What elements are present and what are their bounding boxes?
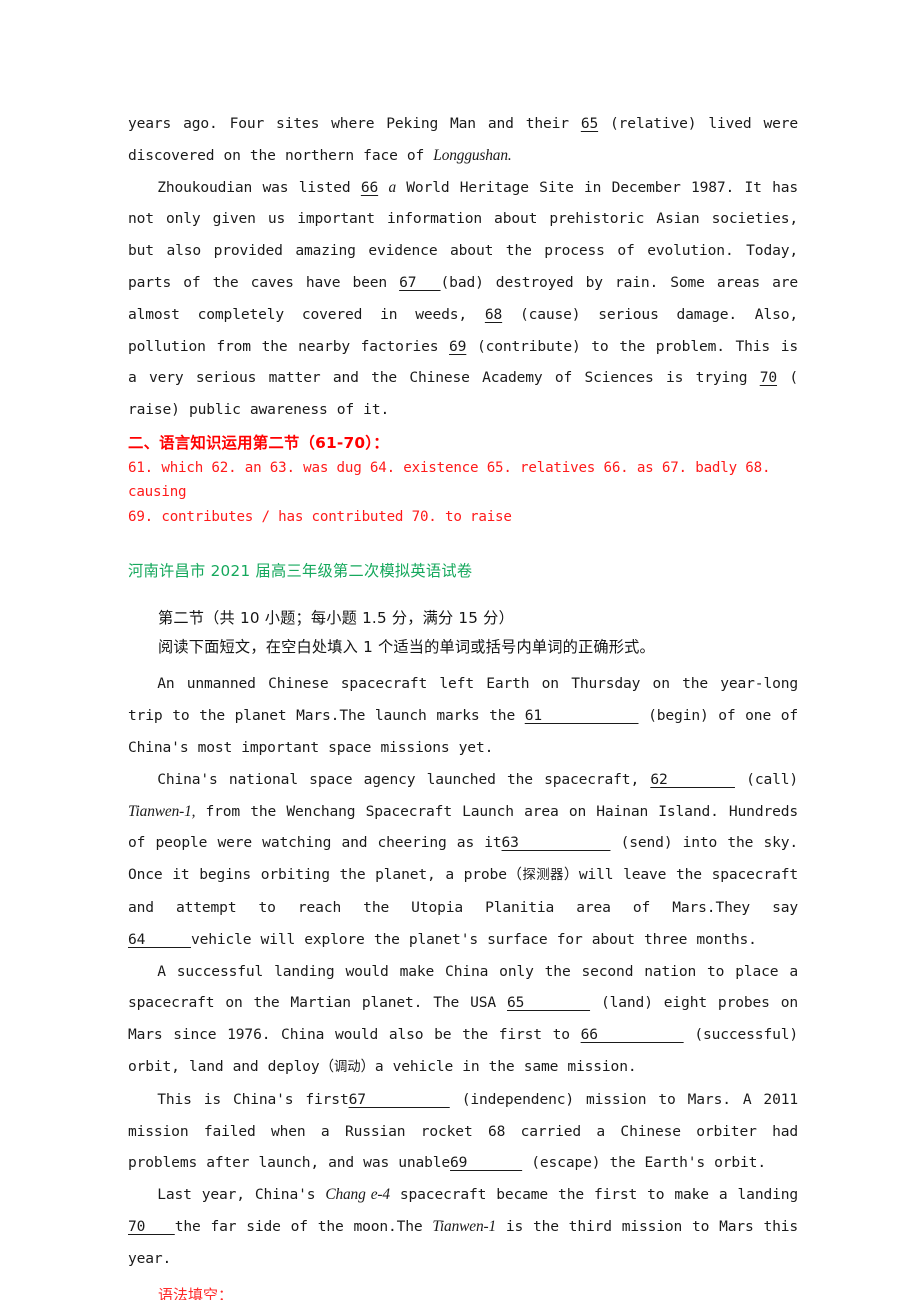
passage-two-text-o: (escape) the Earth's orbit. (522, 1154, 766, 1172)
passage-two-text-m: This is China's first (157, 1090, 349, 1108)
passage-one-text-c: Zhoukoudian was listed (157, 178, 361, 196)
answers-two-heading: 语法填空： (158, 1285, 234, 1300)
passage-two-paragraph-1: An unmanned Chinese spacecraft left Eart… (128, 668, 798, 763)
passage-two-paragraph-4: This is China's first67 (independenc) mi… (128, 1084, 798, 1179)
blank-66-passage-two: 66 (580, 1026, 684, 1044)
gloss-probe: 探测器 (522, 868, 564, 884)
blank-69: 69 (449, 337, 467, 355)
blank-65-passage-two: 65 (507, 994, 591, 1012)
paper-title: 河南许昌市 2021 届高三年级第二次模拟英语试卷 (128, 562, 473, 581)
passage-one-paragraph-2: Zhoukoudian was listed 66 a World Herita… (128, 172, 798, 426)
blank-69-passage-two: 69 (450, 1154, 523, 1172)
passage-two-text-c: China's national space agency launched t… (157, 770, 651, 788)
answers-one-line-1: 61. which 62. an 63. was dug 64. existen… (128, 459, 771, 501)
article-a: a (388, 178, 396, 196)
blank-64: 64 (128, 930, 191, 948)
passage-one-text-a: years ago. Four sites where Peking Man a… (128, 115, 581, 132)
passage-two-text-l: ）a vehicle in the same mission. (360, 1058, 637, 1076)
blank-65: 65 (580, 115, 599, 132)
term-tianwen-1-first: Tianwen-1, (128, 802, 196, 820)
blank-63: 63 (501, 834, 611, 852)
term-tianwen-1-second: Tianwen-1 (432, 1218, 497, 1236)
passage-one-paragraph-1: years ago. Four sites where Peking Man a… (128, 108, 798, 172)
answers-one-heading: 二、语言知识运用第二节（61-70）： (128, 433, 389, 452)
document-page: years ago. Four sites where Peking Man a… (0, 0, 920, 1300)
answers-one-line-2: 69. contributes / has contributed 70. to… (128, 508, 512, 525)
passage-two-paragraph-2: China's national space agency launched t… (128, 764, 798, 956)
section-label: 第二节（共 10 小题；每小题 1.5 分，满分 15 分） (158, 609, 514, 628)
passage-two-text-h: vehicle will explore the planet's surfac… (190, 930, 757, 948)
blank-67: 67 (399, 273, 441, 291)
term-chang-e-4: Chang e-4 (325, 1186, 390, 1204)
gloss-deploy: 调动 (333, 1060, 361, 1076)
blank-68: 68 (484, 305, 503, 323)
term-longgushan: Longgushan. (433, 146, 512, 164)
section-instruction: 阅读下面短文，在空白处填入 1 个适当的单词或括号内单词的正确形式。 (158, 638, 655, 657)
blank-70: 70 (759, 369, 778, 387)
passage-two-paragraph-3: A successful landing would make China on… (128, 956, 798, 1084)
blank-70-passage-two: 70 (128, 1218, 175, 1236)
blank-62: 62 (650, 770, 735, 788)
passage-two-text-p: Last year, China's (157, 1186, 326, 1204)
blank-67-passage-two: 67 (348, 1090, 450, 1108)
passage-two-text-q: spacecraft became the first to make a la… (389, 1186, 799, 1204)
passage-two-paragraph-5: Last year, China's Chang e-4 spacecraft … (128, 1179, 798, 1274)
blank-66: 66 (360, 178, 379, 196)
blank-61: 61 (524, 707, 639, 725)
passage-two-text-r: the far side of the moon.The (174, 1218, 433, 1236)
passage-two-text-d: (call) (734, 770, 798, 788)
